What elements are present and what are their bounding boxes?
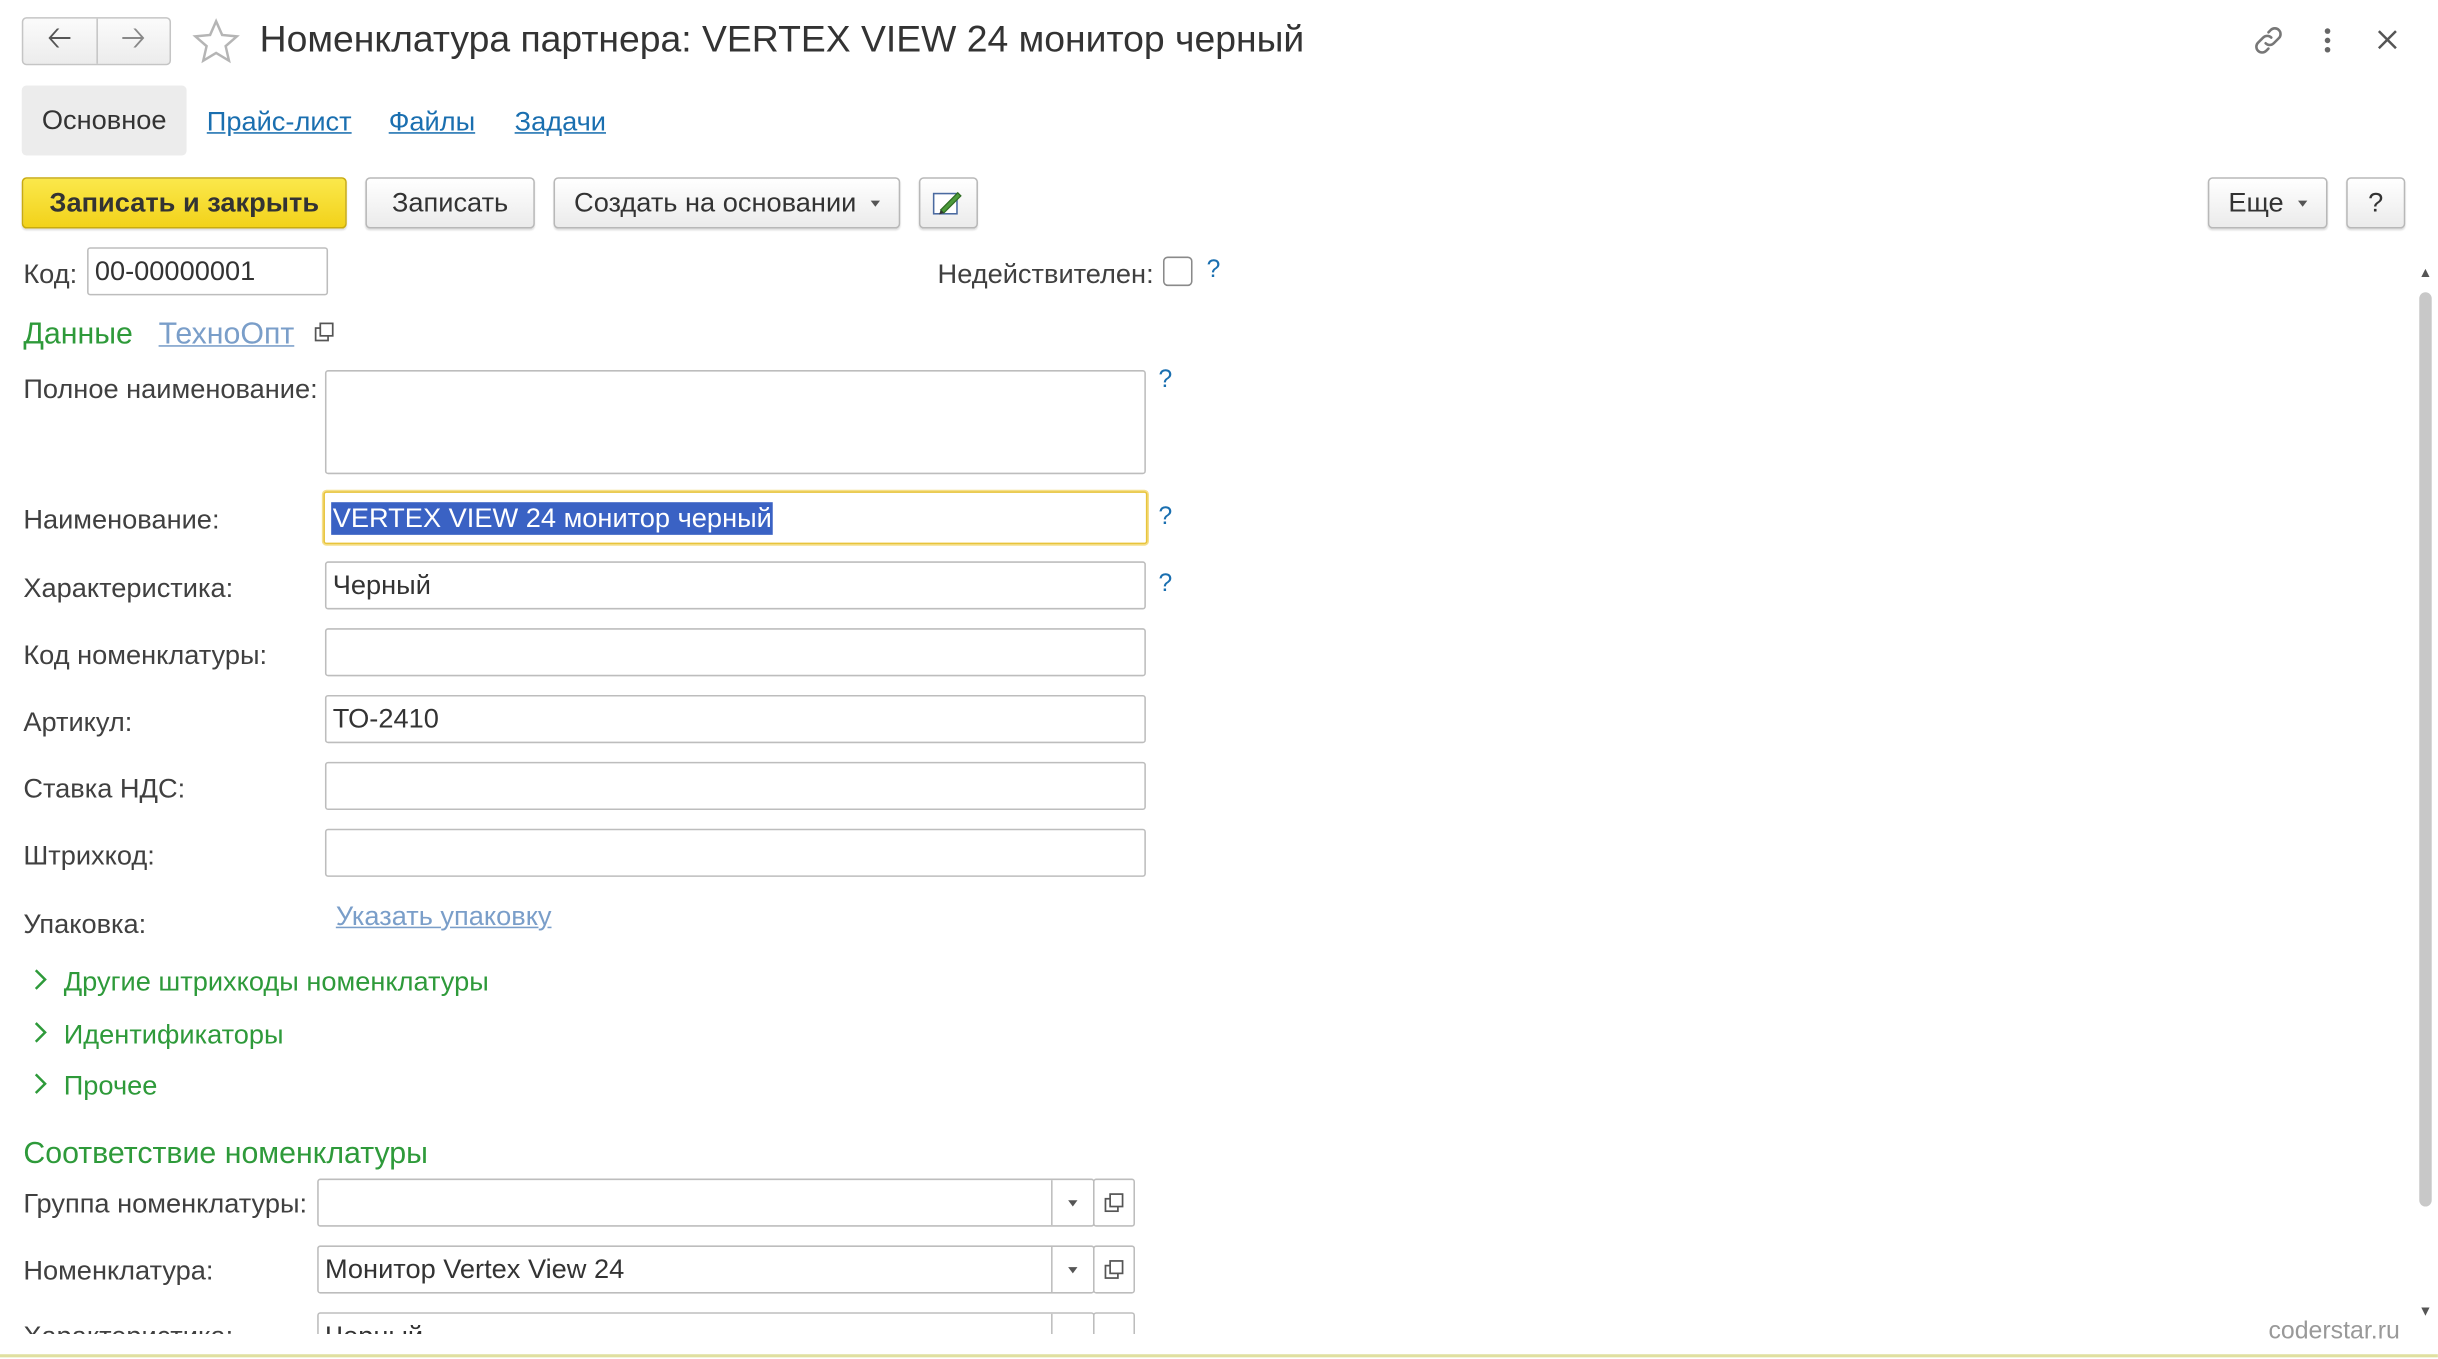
more-menu-icon[interactable] [2317, 25, 2339, 56]
article-field[interactable]: ТО-2410 [324, 694, 1146, 744]
save-button[interactable]: Записать [365, 177, 535, 229]
form-window: 🡠 🡢 Номенклатура партнера: VERTEX VIEW 2… [0, 0, 2438, 1359]
code-field[interactable]: 00-00000001 [87, 247, 329, 296]
tab-main[interactable]: Основное [21, 85, 187, 156]
mapping-section-title: Соответствие номенклатуры [23, 1136, 428, 1171]
chevron-right-icon[interactable] [33, 1022, 49, 1044]
chevron-down-icon [870, 199, 880, 207]
chevron-right-icon[interactable] [33, 1073, 49, 1095]
create-based-on-button[interactable]: Создать на основании [553, 177, 901, 229]
article-label: Артикул: [23, 705, 133, 737]
barcode-label: Штрихкод: [23, 839, 155, 871]
group-other-barcodes[interactable]: Другие штрихкоды номенклатуры [64, 966, 489, 999]
characteristic-help[interactable]: ? [1158, 571, 1172, 599]
nomenclature-code-label: Код номенклатуры: [23, 639, 268, 671]
name-field[interactable]: VERTEX VIEW 24 монитор черный [323, 491, 1148, 545]
open-partner-icon[interactable] [314, 322, 334, 342]
chevron-down-icon [2297, 199, 2308, 207]
characteristic-field[interactable]: Черный [324, 561, 1146, 610]
link-icon[interactable] [2251, 23, 2285, 57]
clipped-row: Характеристика: Черный [0, 1306, 1151, 1335]
page-title: Номенклатура партнера: VERTEX VIEW 24 мо… [259, 18, 1305, 61]
tab-tasks[interactable]: Задачи [515, 106, 606, 139]
create-based-on-label: Создать на основании [574, 186, 857, 218]
help-button[interactable]: ? [2346, 177, 2406, 229]
scroll-up-icon[interactable]: ▲ [2418, 264, 2434, 280]
nomenclature-field[interactable]: Монитор Vertex View 24 [317, 1245, 1095, 1294]
more-label: Еще [2228, 186, 2284, 218]
dropdown-icon[interactable] [1051, 1246, 1093, 1293]
open-characteristic2-icon[interactable] [1093, 1312, 1136, 1335]
vat-field[interactable] [324, 761, 1146, 811]
invalid-help[interactable]: ? [1207, 257, 1221, 285]
invalid-label: Недействителен: [937, 258, 1154, 290]
watermark: coderstar.ru [2268, 1318, 2400, 1345]
open-group-icon[interactable] [1093, 1178, 1136, 1227]
edit-button[interactable] [918, 177, 978, 229]
back-arrow-icon[interactable]: 🡠 [23, 19, 95, 64]
specify-package-link[interactable]: Указать упаковку [336, 900, 552, 933]
full-name-field[interactable] [324, 370, 1146, 475]
nomenclature-field-value: Монитор Vertex View 24 [324, 1253, 625, 1285]
characteristic2-field-value: Черный [325, 1320, 423, 1334]
save-and-close-button[interactable]: Записать и закрыть [21, 177, 347, 229]
scroll-down-icon[interactable]: ▼ [2418, 1303, 2434, 1319]
characteristic2-field[interactable]: Черный [317, 1312, 1095, 1335]
full-name-help[interactable]: ? [1158, 367, 1172, 395]
name-label: Наименование: [23, 503, 220, 535]
nav-buttons: 🡠 🡢 [21, 17, 172, 66]
nomenclature-code-field[interactable] [324, 628, 1146, 677]
edit-pencil-icon [932, 191, 962, 214]
code-label: Код: [23, 258, 78, 290]
footer-divider [0, 1354, 2438, 1358]
group-identifiers[interactable]: Идентификаторы [64, 1018, 284, 1051]
open-nomenclature-icon[interactable] [1093, 1245, 1136, 1294]
forward-arrow-icon[interactable]: 🡢 [95, 18, 170, 64]
tab-price-list[interactable]: Прайс-лист [207, 106, 352, 139]
partner-link[interactable]: ТехноОпт [159, 317, 295, 353]
group-field[interactable] [317, 1178, 1095, 1227]
group-other[interactable]: Прочее [64, 1070, 158, 1103]
vat-label: Ставка НДС: [23, 772, 186, 804]
tab-files[interactable]: Файлы [389, 106, 475, 139]
dropdown-icon[interactable] [1051, 1313, 1093, 1335]
name-help[interactable]: ? [1158, 504, 1172, 532]
group-label: Группа номенклатуры: [23, 1187, 308, 1219]
dropdown-icon[interactable] [1051, 1180, 1093, 1226]
section-data-title: Данные [23, 317, 133, 352]
scrollbar-thumb[interactable] [2419, 292, 2432, 1207]
barcode-field[interactable] [324, 828, 1146, 877]
chevron-right-icon[interactable] [33, 969, 49, 991]
favorite-star-icon[interactable] [191, 17, 241, 67]
characteristic2-label: Характеристика: [23, 1320, 233, 1334]
characteristic-label: Характеристика: [23, 572, 234, 604]
name-field-value: VERTEX VIEW 24 монитор черный [331, 501, 774, 535]
package-label: Упаковка: [23, 908, 147, 940]
full-name-label: Полное наименование: [23, 373, 318, 405]
more-button[interactable]: Еще [2207, 177, 2328, 229]
invalid-checkbox[interactable] [1162, 256, 1193, 287]
nomenclature-label: Номенклатура: [23, 1254, 214, 1286]
close-icon[interactable] [2376, 28, 2399, 51]
